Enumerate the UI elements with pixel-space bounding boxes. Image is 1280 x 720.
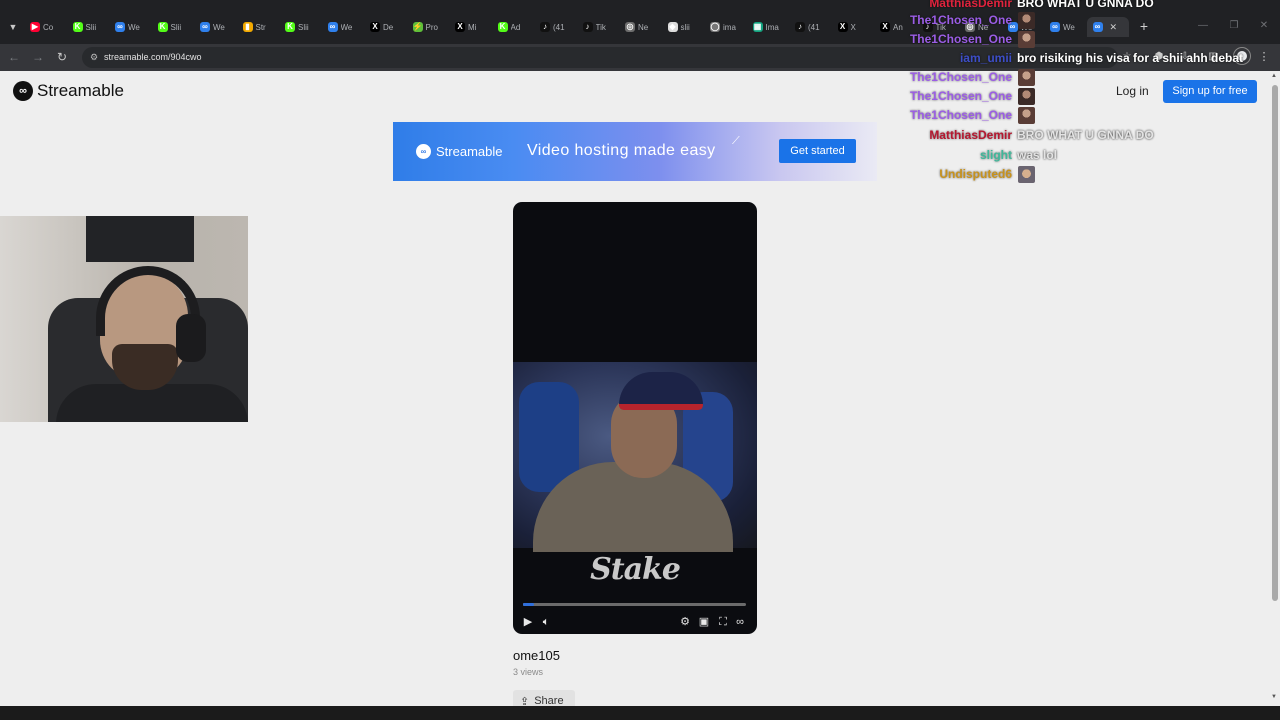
- chat-message: Undisputed6: [0, 165, 1280, 184]
- person-emote-icon: [1018, 12, 1035, 29]
- chat-message: The1Chosen_One: [0, 68, 1280, 87]
- chat-message: The1Chosen_One: [0, 30, 1280, 49]
- person-emote-icon: [1018, 31, 1035, 48]
- webcam-background: [86, 216, 194, 262]
- share-button[interactable]: ⇪ Share: [513, 690, 575, 706]
- chat-message-text: bro risiking his visa for a shii ahh deb…: [1017, 51, 1244, 65]
- video-person-cap: [619, 372, 703, 410]
- chat-message-text: BRO WHAT U GNNA DO: [1017, 128, 1154, 142]
- stream-bottom-strip: [0, 706, 1280, 720]
- chat-message: iam_umii bro risiking his visa for a shii…: [0, 49, 1280, 68]
- headset-earcup: [176, 314, 206, 362]
- chat-message: The1Chosen_One: [0, 11, 1280, 30]
- share-icon: ⇪: [520, 695, 530, 707]
- person-emote-icon: [1018, 69, 1035, 86]
- chat-username: The1Chosen_One: [909, 13, 1012, 27]
- webcam-overlay: [0, 216, 248, 422]
- chat-username: The1Chosen_One: [909, 89, 1012, 103]
- person-emote-icon: [1018, 107, 1035, 124]
- video-title: ome105: [513, 648, 560, 663]
- chat-username: iam_umii: [959, 51, 1012, 65]
- volume-icon[interactable]: 🔈︎: [539, 615, 553, 629]
- share-label: Share: [534, 695, 564, 706]
- streamable-logo-icon[interactable]: ∞: [733, 615, 747, 629]
- chat-username: The1Chosen_One: [909, 32, 1012, 46]
- chat-username: Undisputed6: [939, 167, 1012, 181]
- scroll-down-arrow-icon[interactable]: ▼: [1271, 694, 1277, 700]
- play-icon[interactable]: ▶: [521, 615, 535, 629]
- chat-message: MatthiasDemir BRO WHAT U GNNA DO: [0, 126, 1280, 145]
- video-frame[interactable]: [513, 362, 757, 552]
- video-player[interactable]: Stake ▶ 🔈︎ ⚙ ▣ ⛶ ∞: [513, 202, 757, 634]
- view-count: 3 views: [513, 667, 544, 677]
- cap-emote-icon: [1018, 166, 1035, 183]
- chat-username: MatthiasDemir: [929, 128, 1012, 142]
- chat-message: slight was lol: [0, 146, 1280, 165]
- fullscreen-icon[interactable]: ⛶: [716, 615, 730, 629]
- video-watermark: Stake: [590, 552, 681, 587]
- settings-gear-icon[interactable]: ⚙: [678, 615, 692, 629]
- person-emote-icon: [1018, 88, 1035, 105]
- picture-in-picture-icon[interactable]: ▣: [697, 615, 711, 629]
- chat-message: The1Chosen_One: [0, 87, 1280, 106]
- video-progress-bar[interactable]: [523, 603, 746, 606]
- chat-message-text: was lol: [1017, 148, 1058, 162]
- chat-message: The1Chosen_One: [0, 106, 1280, 125]
- video-progress-fill: [523, 603, 535, 606]
- chat-username: The1Chosen_One: [909, 108, 1012, 122]
- chat-username: The1Chosen_One: [909, 70, 1012, 84]
- chat-username: slight: [980, 148, 1012, 162]
